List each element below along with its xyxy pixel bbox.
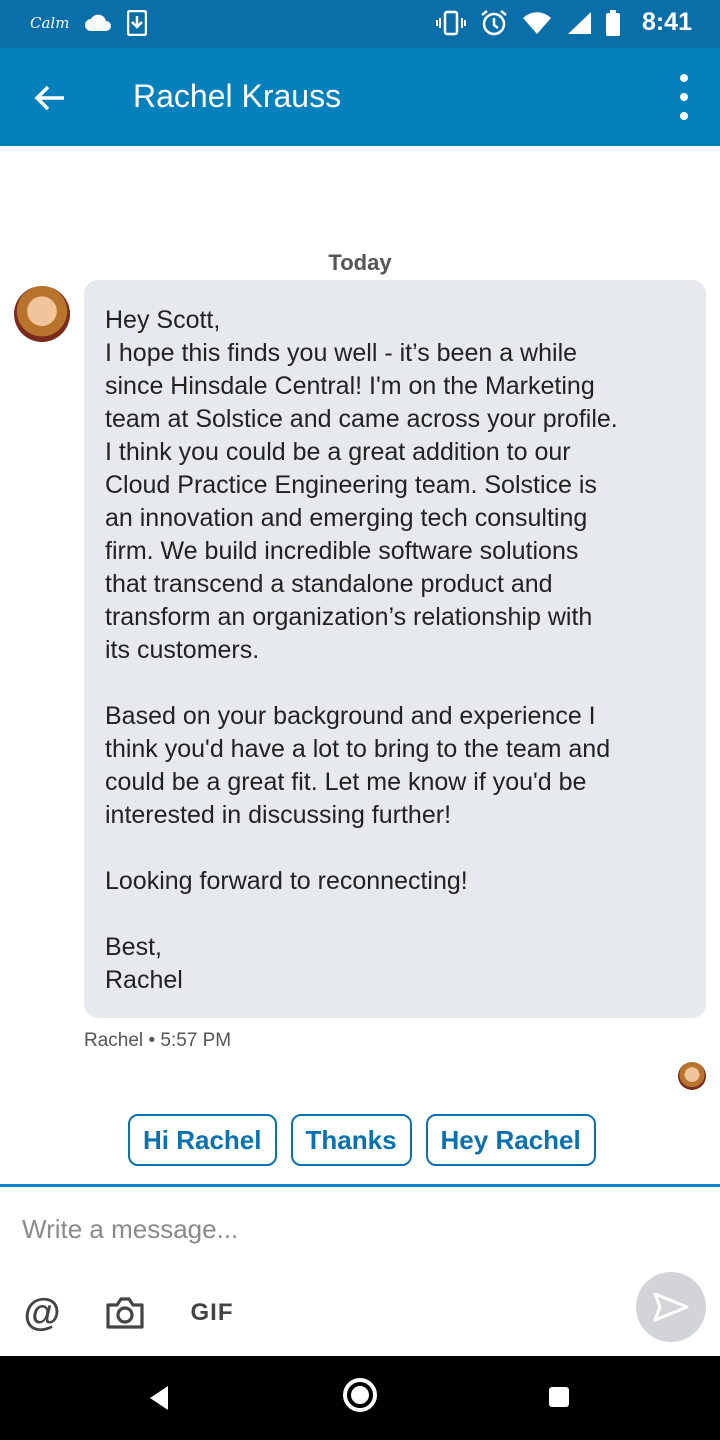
back-button[interactable]: [28, 76, 72, 120]
more-vert-icon[interactable]: [674, 74, 694, 120]
quick-reply-hi-rachel[interactable]: Hi Rachel: [128, 1114, 277, 1166]
calm-app-label: Calm: [30, 14, 70, 32]
gif-button[interactable]: GIF: [190, 1290, 234, 1336]
quick-replies: Hi Rachel Thanks Hey Rachel: [128, 1114, 596, 1166]
message-paragraph: Based on your background and experience …: [105, 702, 611, 829]
message-meta: Rachel • 5:57 PM: [84, 1030, 231, 1052]
message-bubble: Hey Scott, I hope this finds you well - …: [84, 280, 706, 1018]
meta-separator: •: [148, 1030, 156, 1051]
mention-button[interactable]: @: [22, 1290, 62, 1336]
system-nav-bar: [0, 1356, 720, 1440]
download-icon: [127, 10, 148, 36]
message-time: 5:57 PM: [160, 1030, 232, 1051]
nav-recents-button[interactable]: [549, 1387, 569, 1407]
conversation-title: Rachel Krauss: [133, 78, 342, 114]
composer-divider: [0, 1184, 720, 1187]
cloud-icon: [85, 14, 112, 31]
date-divider: Today: [328, 250, 392, 275]
app-bar: Rachel Krauss: [0, 48, 720, 146]
message-sender: Rachel: [84, 1030, 144, 1051]
camera-button[interactable]: [104, 1290, 146, 1336]
alarm-icon: [481, 9, 507, 35]
read-receipt-avatar: [678, 1062, 706, 1090]
vibrate-icon: [435, 10, 466, 35]
message-paragraph: Best, Rachel: [105, 933, 183, 994]
signal-icon: [567, 11, 591, 34]
message-input[interactable]: Write a message...: [22, 1214, 238, 1245]
wifi-icon: [522, 11, 551, 34]
nav-back-icon[interactable]: [146, 1384, 172, 1412]
camera-icon: [106, 1297, 144, 1329]
battery-icon: [605, 9, 620, 36]
quick-reply-hey-rachel[interactable]: Hey Rachel: [425, 1114, 596, 1166]
message-paragraph: Hey Scott, I hope this finds you well - …: [105, 306, 618, 664]
status-time: 8:41: [641, 8, 692, 36]
arrow-left-icon: [34, 85, 64, 111]
nav-home-button[interactable]: [343, 1378, 377, 1412]
status-bar: Calm 8:41: [0, 0, 720, 48]
send-button[interactable]: [636, 1272, 706, 1342]
message-paragraph: Looking forward to reconnecting!: [105, 867, 468, 895]
quick-reply-thanks[interactable]: Thanks: [290, 1114, 412, 1166]
avatar[interactable]: [14, 286, 70, 342]
send-icon: [653, 1292, 689, 1322]
